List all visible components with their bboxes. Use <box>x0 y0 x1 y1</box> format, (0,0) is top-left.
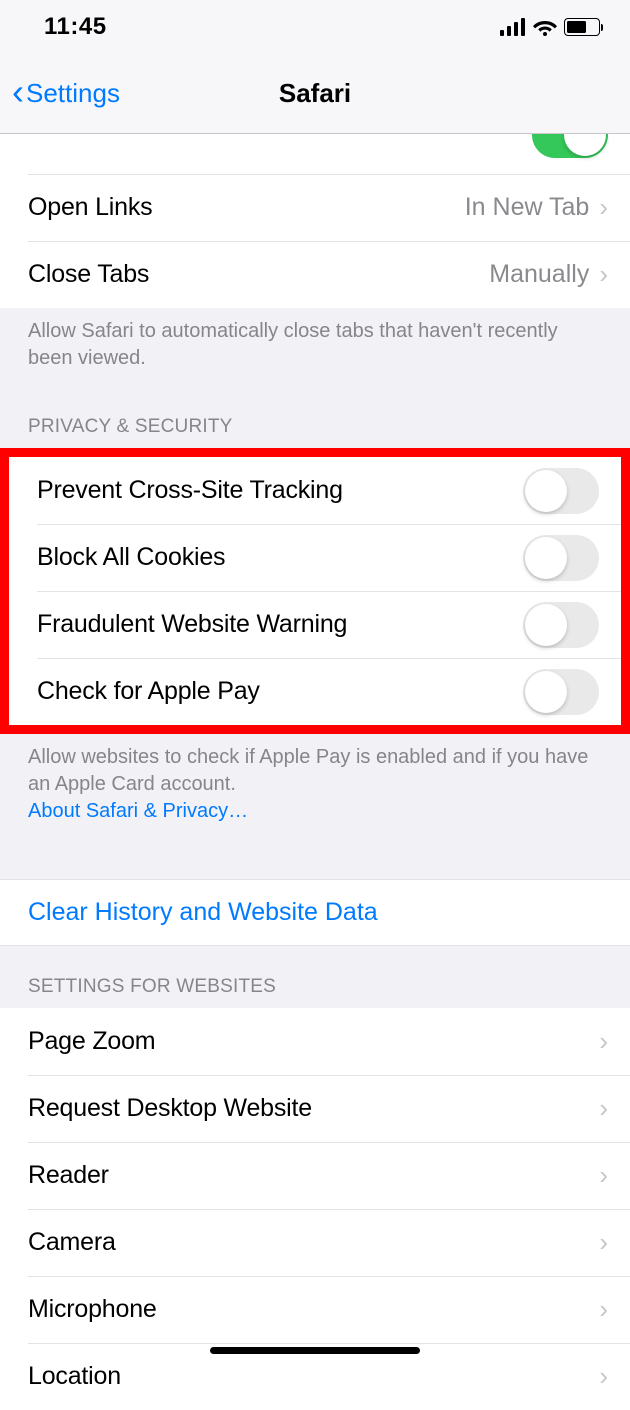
list-item-label: Reader <box>28 1161 109 1190</box>
microphone-row[interactable]: Microphone › <box>0 1276 630 1343</box>
status-icons <box>500 18 600 36</box>
page-zoom-row[interactable]: Page Zoom › <box>0 1008 630 1075</box>
list-item-label: Request Desktop Website <box>28 1094 312 1123</box>
fraud-warning-row[interactable]: Fraudulent Website Warning <box>9 591 621 658</box>
prevent-tracking-label: Prevent Cross-Site Tracking <box>37 476 343 505</box>
apple-pay-row[interactable]: Check for Apple Pay <box>9 658 621 725</box>
home-indicator[interactable] <box>210 1347 420 1354</box>
open-links-value: In New Tab <box>465 193 590 222</box>
show-icons-label: Show Icons in Tabs <box>28 134 239 135</box>
nav-bar: ‹ Settings Safari <box>0 54 630 134</box>
websites-header: SETTINGS FOR WEBSITES <box>0 946 630 1008</box>
chevron-right-icon: › <box>599 1294 608 1325</box>
open-links-label: Open Links <box>28 193 152 222</box>
list-item-label: Camera <box>28 1228 116 1257</box>
close-tabs-row[interactable]: Close Tabs Manually › <box>0 241 630 308</box>
chevron-right-icon: › <box>599 192 608 223</box>
wifi-icon <box>533 18 557 36</box>
apple-pay-label: Check for Apple Pay <box>37 677 260 706</box>
battery-icon <box>564 18 600 36</box>
privacy-footer-text: Allow websites to check if Apple Pay is … <box>28 746 588 795</box>
fraud-warning-label: Fraudulent Website Warning <box>37 610 347 639</box>
content: Show Icons in Tabs Open Links In New Tab… <box>0 134 630 1410</box>
tabs-group-footer: Allow Safari to automatically close tabs… <box>0 308 630 386</box>
block-cookies-row[interactable]: Block All Cookies <box>9 524 621 591</box>
show-icons-toggle[interactable] <box>532 134 608 158</box>
status-bar: 11:45 <box>0 0 630 54</box>
tabs-group: Show Icons in Tabs Open Links In New Tab… <box>0 134 630 308</box>
prevent-tracking-row[interactable]: Prevent Cross-Site Tracking <box>9 457 621 524</box>
chevron-right-icon: › <box>599 259 608 290</box>
prevent-tracking-toggle[interactable] <box>523 468 599 514</box>
open-links-row[interactable]: Open Links In New Tab › <box>0 174 630 241</box>
back-button[interactable]: ‹ Settings <box>12 78 120 110</box>
list-item-label: Page Zoom <box>28 1027 155 1056</box>
chevron-right-icon: › <box>599 1093 608 1124</box>
about-safari-privacy-link[interactable]: About Safari & Privacy… <box>28 800 248 822</box>
clear-history-row[interactable]: Clear History and Website Data <box>0 879 630 946</box>
close-tabs-value: Manually <box>489 260 589 289</box>
chevron-left-icon: ‹ <box>12 74 24 110</box>
clear-history-label: Clear History and Website Data <box>28 898 602 927</box>
chevron-right-icon: › <box>599 1026 608 1057</box>
show-icons-row[interactable]: Show Icons in Tabs <box>0 134 630 174</box>
chevron-right-icon: › <box>599 1361 608 1392</box>
close-tabs-label: Close Tabs <box>28 260 149 289</box>
highlight-box: Prevent Cross-Site Tracking Block All Co… <box>0 448 630 734</box>
camera-row[interactable]: Camera › <box>0 1209 630 1276</box>
page-title: Safari <box>279 78 351 109</box>
privacy-group-footer: Allow websites to check if Apple Pay is … <box>0 734 630 839</box>
privacy-header: PRIVACY & SECURITY <box>0 386 630 448</box>
status-time: 11:45 <box>44 13 107 41</box>
list-item-label: Microphone <box>28 1295 157 1324</box>
privacy-group: Prevent Cross-Site Tracking Block All Co… <box>9 457 621 725</box>
apple-pay-toggle[interactable] <box>523 669 599 715</box>
block-cookies-label: Block All Cookies <box>37 543 225 572</box>
block-cookies-toggle[interactable] <box>523 535 599 581</box>
chevron-right-icon: › <box>599 1227 608 1258</box>
fraud-warning-toggle[interactable] <box>523 602 599 648</box>
request-desktop-row[interactable]: Request Desktop Website › <box>0 1075 630 1142</box>
back-label: Settings <box>26 78 120 109</box>
reader-row[interactable]: Reader › <box>0 1142 630 1209</box>
cellular-icon <box>500 18 526 36</box>
chevron-right-icon: › <box>599 1160 608 1191</box>
list-item-label: Location <box>28 1362 121 1391</box>
